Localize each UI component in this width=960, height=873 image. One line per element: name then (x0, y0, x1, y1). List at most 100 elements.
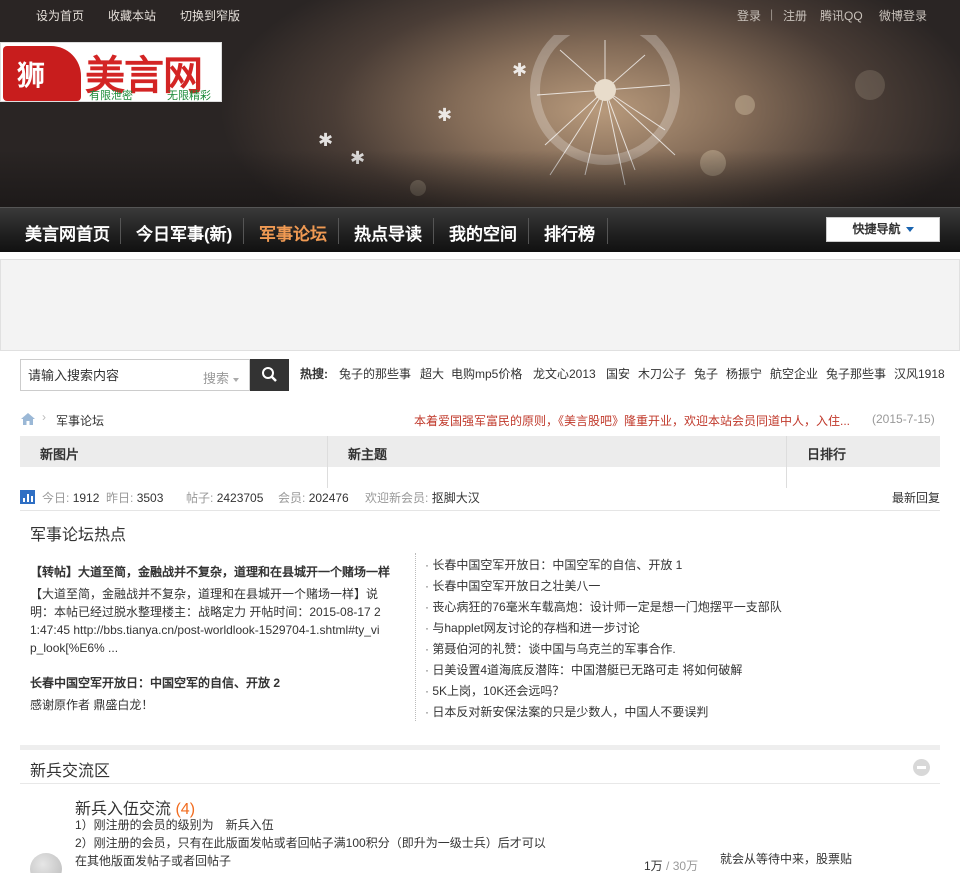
hot-search-link[interactable]: 航空企业 (770, 365, 818, 382)
hot-list-item[interactable]: 5K上岗，10K还会远吗？ (425, 682, 564, 699)
ad-banner-area (0, 259, 960, 351)
nav-home[interactable]: 美言网首页 (25, 220, 110, 245)
hot-post-summary: 【大道至简，金融战并不复杂，道理和在县城开一个赌场一样】说明：本帖已经过脱水整理… (30, 587, 381, 655)
stat-posts: 帖子: 2423705 (186, 491, 264, 505)
nav-divider (528, 218, 529, 244)
narrow-layout-link[interactable]: 切换到窄版 (180, 7, 240, 24)
announcement-date: (2015-7-15) (872, 412, 935, 426)
forum-description-line: 2）刚注册的会员，只有在此版面发帖或者回帖子满100积分（即升为一级士兵）后才可… (75, 836, 546, 850)
hot-search-link[interactable]: 龙文心2013 (533, 365, 596, 382)
hot-list-item[interactable]: 长春中国空军开放日之壮美八一 (425, 577, 600, 594)
hot-search-link[interactable]: 汉风1918 (894, 365, 945, 382)
chevron-right-icon: › (42, 410, 46, 424)
section-title: 新兵交流区 (30, 763, 111, 780)
logo-slogan: 无限精彩 (167, 90, 211, 102)
collapse-icon[interactable] (913, 759, 930, 776)
caret-down-icon (905, 227, 914, 233)
tab-daily-ranking[interactable]: 日排行 (807, 444, 846, 463)
hot-section-title: 军事论坛热点 (30, 527, 127, 544)
bokeh-light (855, 70, 885, 100)
hot-list-item[interactable]: 与happlet网友讨论的存档和进一步讨论 (425, 619, 639, 636)
hot-post-title[interactable]: 长春中国空军开放日：中国空军的自信、开放 2 (30, 674, 280, 691)
search-input[interactable] (21, 360, 201, 390)
divider (20, 783, 940, 784)
nav-rankings[interactable]: 排行榜 (544, 220, 595, 245)
nav-divider (120, 218, 121, 244)
quick-nav-label: 快捷导航 (852, 222, 901, 236)
hot-search-link[interactable]: 木刀公子 (638, 365, 686, 382)
stat-today: 今日: 1912 (42, 491, 100, 505)
forum-thread-count: 1万 (644, 859, 663, 873)
forum-description-line: 在其他版面发帖子或者回帖子 (75, 854, 232, 868)
stat-members: 会员: 202476 (278, 491, 349, 505)
tab-new-threads[interactable]: 新主题 (348, 444, 387, 463)
breadcrumb-forum[interactable]: 军事论坛 (56, 412, 104, 429)
hot-search-link[interactable]: 兔子的那些事 (339, 365, 411, 382)
bokeh-light (735, 95, 755, 115)
stat-new-member: 欢迎新会员: 抠脚大汉 (365, 491, 480, 505)
divider: | (770, 7, 774, 21)
announcement-link[interactable]: 本着爱国强军富民的原则，《美言股吧》隆重开业，欢迎本站会员同道中人，入住... (414, 412, 850, 429)
hot-post-summary: 感谢原作者 鼎盛白龙！ (30, 698, 154, 712)
main-nav: 美言网首页 今日军事(新) 军事论坛 热点导读 我的空间 排行榜 快捷导航 (0, 207, 960, 252)
caret-down-icon (233, 377, 240, 382)
top-bar: 设为首页 收藏本站 切换到窄版 登录 | 注册 腾讯QQ 微博登录 (0, 0, 960, 30)
hot-list-item[interactable]: 日美设置4道海底反潜阵：中国潜艇已无路可走 将如何破解 (425, 661, 742, 678)
nav-hot-reading[interactable]: 热点导读 (354, 220, 422, 245)
login-link[interactable]: 登录 (737, 7, 761, 24)
search-icon (262, 367, 277, 382)
section-divider (20, 745, 940, 750)
hot-search-link[interactable]: 电购mp5价格 (451, 365, 522, 382)
bookmark-link[interactable]: 收藏本站 (108, 7, 156, 24)
lion-emblem-icon: 狮 (3, 46, 81, 101)
weibo-login-link[interactable]: 微博登录 (879, 7, 927, 24)
nav-military-forum[interactable]: 军事论坛 (259, 220, 327, 245)
hot-list-item[interactable]: 第聂伯河的礼赞：谈中国与乌克兰的军事合作. (425, 640, 675, 657)
search-box: 搜索 (20, 359, 250, 391)
divider (415, 553, 416, 721)
home-icon[interactable] (20, 412, 36, 426)
hot-search-link[interactable]: 兔子 (694, 365, 718, 382)
hot-search-link[interactable]: 兔子那些事 (826, 365, 886, 382)
header-shadow (0, 150, 960, 212)
site-header: ✱ ✱ ✱ ✱ 设为首页 收藏本站 切换到窄版 登录 | 注册 腾讯QQ 微博登… (0, 0, 960, 252)
quick-nav-button[interactable]: 快捷导航 (826, 217, 940, 242)
nav-divider (243, 218, 244, 244)
forum-post-count: 30万 (672, 859, 699, 873)
hot-search-link[interactable]: 超大 (420, 365, 444, 382)
hot-search-link[interactable]: 杨振宁 (726, 365, 762, 382)
new-member-link[interactable]: 抠脚大汉 (432, 491, 480, 505)
search-type-label: 搜索 (203, 371, 230, 386)
hot-post-title[interactable]: 【转帖】大道至简，金融战并不复杂，道理和在县城开一个赌场一样 (30, 563, 390, 580)
seed-icon: ✱ (318, 130, 334, 150)
forum-last-post-link[interactable]: 就会从等待中来，股票贴 (720, 850, 852, 867)
stats-chart-icon (20, 490, 35, 504)
tab-new-images[interactable]: 新图片 (40, 444, 79, 463)
logo-slogan: 有限泄密 (89, 90, 133, 102)
tab-divider (786, 436, 787, 488)
register-link[interactable]: 注册 (783, 7, 807, 24)
divider (20, 510, 940, 511)
latest-reply-link[interactable]: 最新回复 (892, 489, 940, 506)
forum-status-icon (30, 853, 62, 873)
hot-search-link[interactable]: 国安 (606, 365, 630, 382)
content-tabs (20, 436, 940, 467)
forum-description-line: 1）刚注册的会员的级别为 新兵入伍 (75, 818, 274, 832)
nav-my-space[interactable]: 我的空间 (449, 220, 517, 245)
hot-search-label: 热搜: (300, 367, 328, 381)
seed-icon: ✱ (437, 105, 453, 125)
nav-divider (338, 218, 339, 244)
qq-login-link[interactable]: 腾讯QQ (820, 7, 863, 24)
search-button[interactable] (250, 359, 289, 391)
forum-thread-post-counts: 1万 / 30万 (644, 859, 699, 873)
set-homepage-link[interactable]: 设为首页 (36, 7, 84, 24)
tab-divider (327, 436, 328, 488)
hot-list-item[interactable]: 长春中国空军开放日：中国空军的自信、开放 1 (425, 556, 682, 573)
hot-list-item[interactable]: 丧心病狂的76毫米车载高炮：设计师一定是想一门炮摆平一支部队 (425, 598, 781, 615)
hot-list-item[interactable]: 日本反对新安保法案的只是少数人，中国人不要误判 (425, 703, 708, 720)
nav-today-military[interactable]: 今日军事(新) (136, 220, 232, 245)
search-type-select[interactable]: 搜索 (203, 368, 240, 387)
stat-yesterday: 昨日: 3503 (106, 491, 164, 505)
site-logo[interactable]: 狮 美言网 有限泄密 无限精彩 (0, 42, 222, 102)
nav-divider (607, 218, 608, 244)
